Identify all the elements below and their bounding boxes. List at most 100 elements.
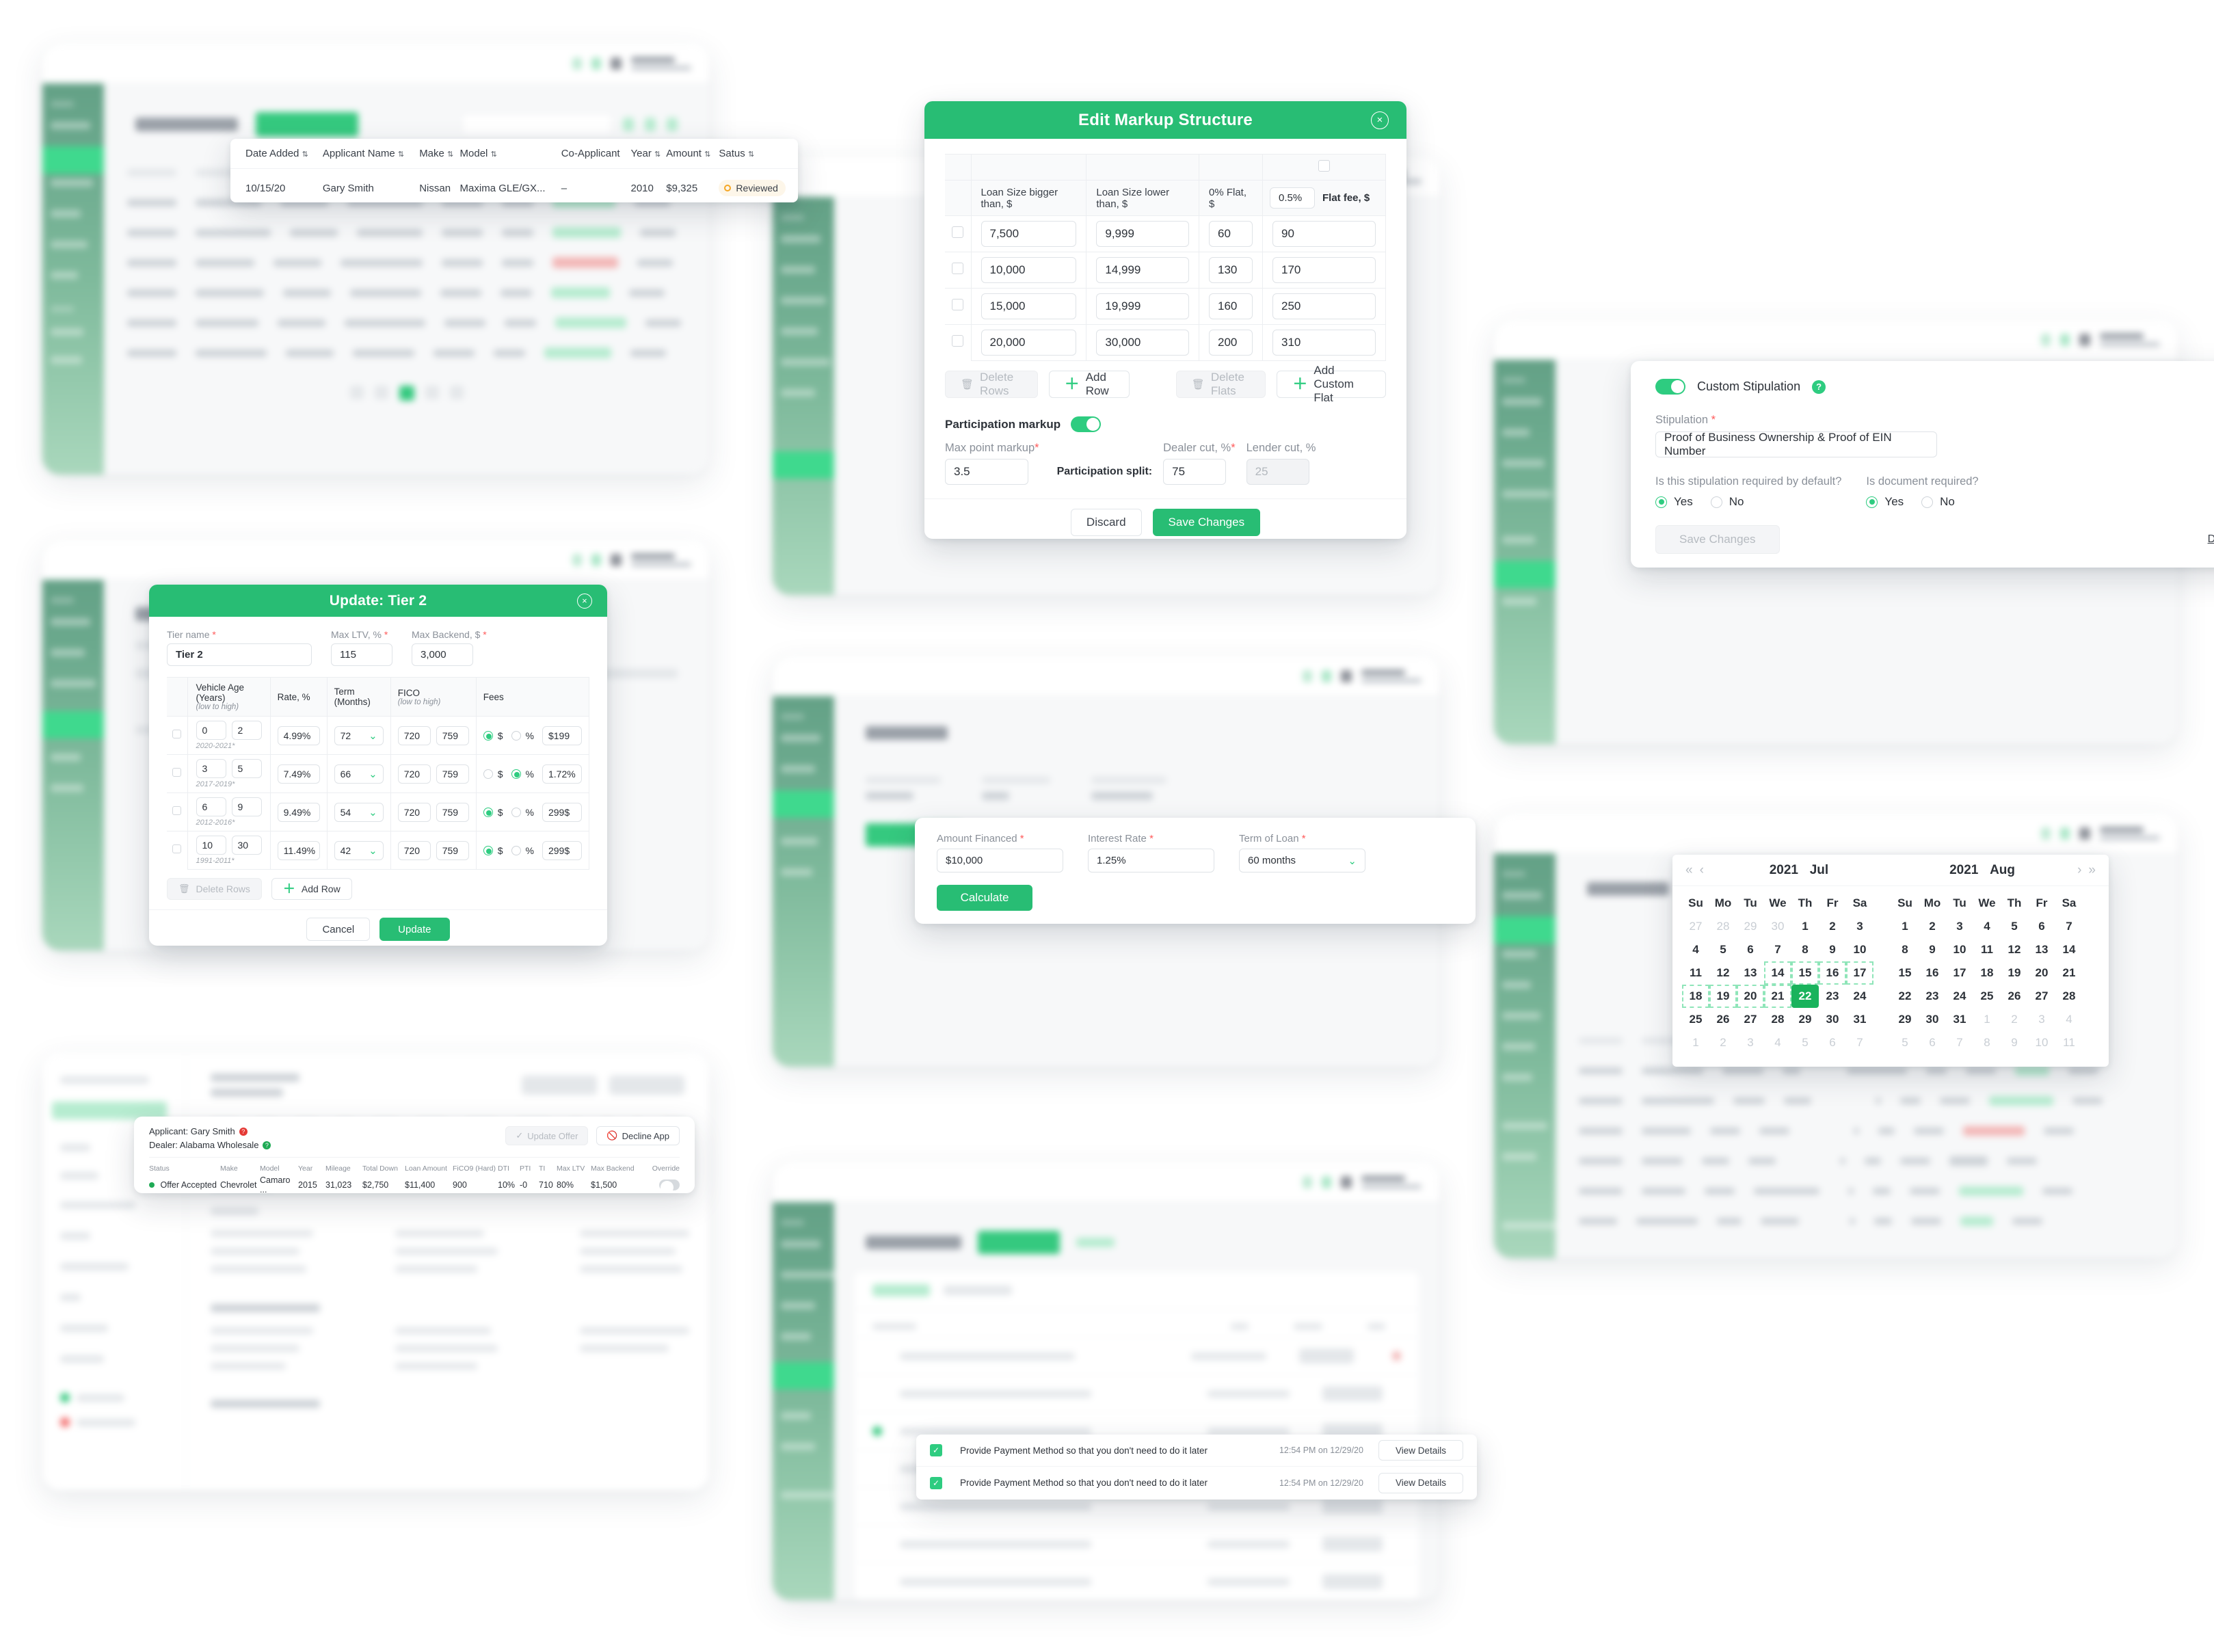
- calendar-day-cell[interactable]: 10: [1946, 938, 1973, 961]
- loan-bigger-input[interactable]: 20,000: [981, 330, 1077, 356]
- next-year-icon[interactable]: »: [2085, 863, 2099, 878]
- sidebar-item[interactable]: [51, 618, 90, 626]
- left-month-label[interactable]: Jul: [1810, 863, 1828, 877]
- sidebar-item[interactable]: [51, 754, 81, 761]
- amount-financed-input[interactable]: $10,000: [937, 849, 1063, 872]
- primary-action-button[interactable]: [256, 112, 358, 137]
- calendar-day-cell[interactable]: 14: [1764, 961, 1791, 985]
- settings-icon[interactable]: [667, 118, 678, 131]
- bell-icon[interactable]: [572, 57, 582, 70]
- sidebar-item[interactable]: [1502, 1222, 1557, 1229]
- calendar-day-cell[interactable]: 2: [2001, 1008, 2028, 1031]
- fee-mode-percent-radio[interactable]: [511, 807, 521, 817]
- sidebar-item-active[interactable]: [773, 1362, 834, 1389]
- calendar-day-cell[interactable]: 7: [2055, 915, 2083, 938]
- sidebar-item[interactable]: [781, 1302, 815, 1309]
- close-icon[interactable]: ×: [1371, 111, 1389, 129]
- sidebar-item-active[interactable]: [1494, 916, 1556, 944]
- sort-icon[interactable]: ⇅: [704, 150, 710, 159]
- calendar-day-cell[interactable]: 16: [1919, 961, 1946, 985]
- fee-mode-dollar-radio[interactable]: [483, 845, 493, 855]
- search-input[interactable]: [462, 114, 612, 135]
- calendar-day-cell[interactable]: 9: [1819, 938, 1846, 961]
- help-icon[interactable]: [1322, 1175, 1331, 1188]
- help-icon[interactable]: [591, 553, 601, 566]
- sidebar-item[interactable]: [1502, 1074, 1532, 1081]
- calculate-button[interactable]: Calculate: [937, 885, 1032, 911]
- calendar-day-cell[interactable]: 13: [1737, 961, 1764, 985]
- calendar-day-cell[interactable]: 3: [1946, 915, 1973, 938]
- row-checkbox[interactable]: [172, 844, 182, 853]
- calendar-day-cell[interactable]: 11: [2055, 1031, 2083, 1054]
- fico-low-input[interactable]: 720: [397, 764, 431, 784]
- sidebar-item[interactable]: [1502, 892, 1542, 899]
- age-low-input[interactable]: 10: [196, 836, 226, 855]
- list-item[interactable]: ✓ Provide Payment Method so that you don…: [916, 1435, 1477, 1467]
- calendar-day-cell[interactable]: 7: [1946, 1031, 1973, 1054]
- sort-icon[interactable]: ⇅: [302, 150, 308, 159]
- tab[interactable]: [944, 1285, 1012, 1295]
- term-of-loan-select[interactable]: 60 months ⌄: [1239, 849, 1365, 872]
- column-header-model[interactable]: Model ⇅: [460, 139, 561, 169]
- custom-stipulation-toggle[interactable]: [1655, 379, 1685, 395]
- sidebar-item[interactable]: [1502, 950, 1536, 958]
- calendar-day-cell[interactable]: 22: [1891, 985, 1919, 1008]
- calendar-day-cell[interactable]: 31: [1946, 1008, 1973, 1031]
- fee-mode-dollar-radio[interactable]: [483, 807, 493, 817]
- prev-month-icon[interactable]: ‹: [1696, 863, 1707, 878]
- calendar-day-cell[interactable]: 18: [1973, 961, 2001, 985]
- add-row-button[interactable]: ＋ Add Row: [1048, 371, 1130, 398]
- calendar-day-cell[interactable]: 10: [1846, 938, 1873, 961]
- calendar-day-cell[interactable]: 8: [1891, 938, 1919, 961]
- sidebar-item[interactable]: [781, 1271, 836, 1279]
- close-icon[interactable]: ×: [577, 593, 592, 609]
- calendar-day-cell[interactable]: 9: [2001, 1031, 2028, 1054]
- required-default-no-radio[interactable]: [1710, 496, 1722, 508]
- calendar-day-cell[interactable]: 18: [1682, 985, 1709, 1008]
- calendar-day-cell[interactable]: 3: [1737, 1031, 1764, 1054]
- bell-icon[interactable]: [572, 553, 582, 566]
- checkbox-checked-icon[interactable]: ✓: [930, 1476, 942, 1489]
- fico-low-input[interactable]: 720: [397, 840, 431, 860]
- calendar-day-cell[interactable]: 2: [1709, 1031, 1737, 1054]
- sort-icon[interactable]: ⇅: [748, 150, 754, 159]
- left-year-label[interactable]: 2021: [1770, 863, 1798, 877]
- sort-icon[interactable]: ⇅: [654, 150, 661, 159]
- rate-input[interactable]: 9.49%: [277, 802, 320, 822]
- calendar-day-cell[interactable]: 2: [1919, 915, 1946, 938]
- sidebar-item[interactable]: [1502, 459, 1545, 467]
- view-details-button[interactable]: View Details: [1378, 1472, 1463, 1493]
- row-checkbox[interactable]: [172, 767, 182, 777]
- loan-bigger-input[interactable]: 15,000: [981, 293, 1077, 319]
- calendar-day-cell[interactable]: 25: [1973, 985, 2001, 1008]
- prev-year-icon[interactable]: «: [1682, 863, 1696, 878]
- flat-fee-input[interactable]: 310: [1272, 330, 1376, 356]
- sidebar-item[interactable]: [781, 297, 826, 304]
- calendar-day-cell[interactable]: 25: [1682, 1008, 1709, 1031]
- row-checkbox[interactable]: [172, 805, 182, 815]
- document-required-yes-radio[interactable]: [1866, 496, 1878, 508]
- calendar-day-cell[interactable]: 23: [1819, 985, 1846, 1008]
- loan-lower-input[interactable]: 9,999: [1096, 221, 1189, 247]
- stipulation-input[interactable]: Proof of Business Ownership & Proof of E…: [1655, 431, 1937, 457]
- decline-app-button[interactable]: 🚫 Decline App: [596, 1126, 680, 1145]
- dealer-cut-input[interactable]: 75: [1163, 459, 1227, 485]
- calendar-day-cell[interactable]: 7: [1846, 1031, 1873, 1054]
- sidebar-item[interactable]: [781, 1333, 811, 1340]
- loan-bigger-input[interactable]: 7,500: [981, 221, 1077, 247]
- max-ltv-input[interactable]: 115: [331, 643, 392, 666]
- add-custom-flat-button[interactable]: ＋ Add Custom Flat: [1277, 364, 1386, 404]
- sidebar-item[interactable]: [1502, 536, 1535, 544]
- column-header-applicant-name[interactable]: Applicant Name ⇅: [323, 139, 419, 169]
- loan-lower-input[interactable]: 30,000: [1096, 330, 1189, 356]
- calendar-day-cell[interactable]: 15: [1791, 961, 1819, 985]
- sidebar-item[interactable]: [51, 649, 85, 656]
- document-required-no-radio[interactable]: [1921, 496, 1934, 508]
- rate-input[interactable]: 4.99%: [277, 725, 320, 745]
- calendar-day-cell[interactable]: 1: [1682, 1031, 1709, 1054]
- sidebar-item[interactable]: [781, 358, 830, 366]
- sidebar-item[interactable]: [51, 271, 78, 279]
- calendar-day-cell[interactable]: 31: [1846, 1008, 1873, 1031]
- sidebar-item[interactable]: [781, 868, 812, 876]
- term-select[interactable]: 54 ⌄: [334, 802, 384, 822]
